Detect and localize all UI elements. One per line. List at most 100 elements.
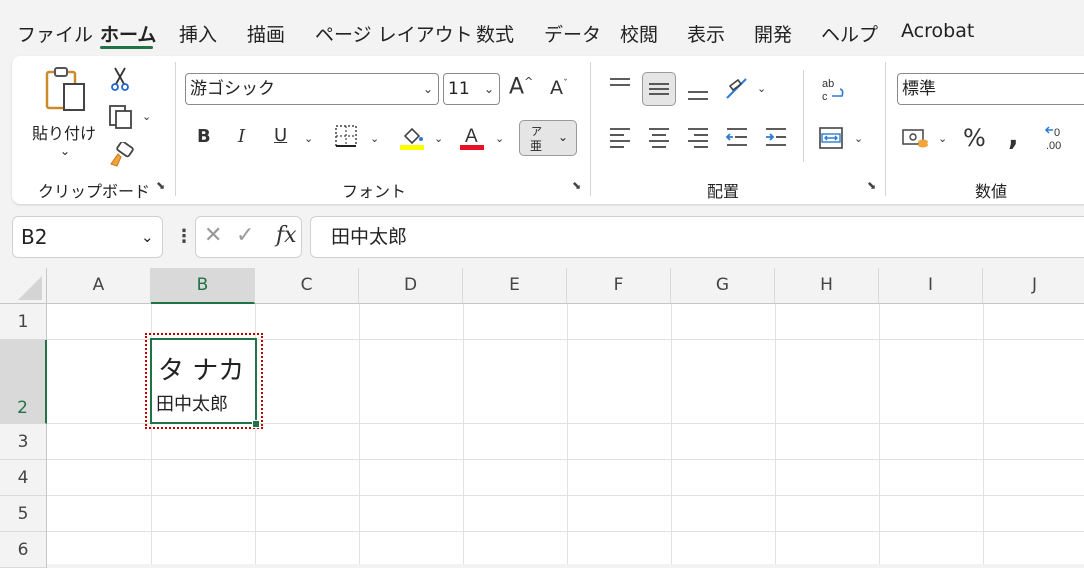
- font-name-combo[interactable]: 游ゴシック ⌄: [185, 73, 439, 105]
- align-middle-button[interactable]: [642, 72, 676, 106]
- column-header-e[interactable]: E: [463, 268, 567, 304]
- group-separator: [590, 62, 591, 196]
- clipboard-group-label: クリップボード: [38, 182, 151, 201]
- gridline: [359, 304, 360, 564]
- accounting-format-icon[interactable]: [901, 126, 931, 150]
- fill-color-swatch: [400, 145, 424, 150]
- row-header-6[interactable]: 6: [0, 532, 47, 568]
- font-color-icon[interactable]: A: [460, 124, 486, 152]
- chevron-down-icon: ⌄: [558, 130, 569, 144]
- cut-icon[interactable]: [110, 66, 130, 92]
- cancel-icon[interactable]: ✕: [204, 223, 222, 248]
- font-size-combo[interactable]: 11 ⌄: [443, 73, 500, 105]
- borders-icon[interactable]: [335, 125, 357, 147]
- tab-draw[interactable]: 描画: [247, 20, 285, 47]
- column-header-g[interactable]: G: [671, 268, 775, 304]
- tab-data[interactable]: データ: [544, 20, 601, 47]
- fill-color-icon[interactable]: [400, 124, 426, 152]
- chevron-down-icon[interactable]: ⌄: [938, 132, 947, 145]
- column-header-j[interactable]: J: [983, 268, 1084, 304]
- column-header-h[interactable]: H: [775, 268, 879, 304]
- format-painter-icon[interactable]: [108, 142, 134, 168]
- chevron-down-icon[interactable]: ⌄: [757, 82, 766, 95]
- percent-style-icon[interactable]: %: [963, 126, 986, 150]
- underline-icon[interactable]: U: [274, 127, 287, 145]
- group-separator: [175, 62, 176, 196]
- formula-controls: ✕ ✓ fx: [195, 216, 302, 258]
- svg-text:A: A: [465, 126, 478, 147]
- paste-icon: [45, 67, 85, 111]
- column-header-d[interactable]: D: [359, 268, 463, 304]
- number-format-combo[interactable]: 標準: [897, 73, 1084, 105]
- paste-button[interactable]: 貼り付け ⌄: [30, 64, 100, 162]
- select-all-triangle-icon: [18, 276, 42, 300]
- chevron-down-icon[interactable]: ⌄: [495, 132, 504, 145]
- bold-icon[interactable]: B: [197, 128, 211, 146]
- row-header-5[interactable]: 5: [0, 496, 47, 532]
- svg-text:ab: ab: [822, 78, 834, 90]
- column-header-b[interactable]: B: [151, 268, 255, 304]
- gridline: [879, 304, 880, 564]
- decrease-indent-icon[interactable]: [725, 126, 749, 148]
- gridline: [47, 495, 1084, 496]
- gridline: [671, 304, 672, 564]
- tab-insert[interactable]: 挿入: [179, 20, 217, 47]
- tab-help[interactable]: ヘルプ: [821, 20, 878, 47]
- dialog-launcher-icon[interactable]: ⬊: [156, 180, 168, 192]
- wrap-text-icon[interactable]: abc: [820, 76, 846, 104]
- cell-b2-phonetic: タ ナカ: [158, 356, 245, 386]
- menu-bar: ファイル ホーム 挿入 描画 ページ レイアウト 数式 データ 校閲 表示 開発…: [0, 0, 1084, 52]
- increase-decimal-icon[interactable]: 0.00: [1044, 124, 1074, 152]
- comma-style-icon[interactable]: ,: [1008, 122, 1019, 150]
- align-right-icon[interactable]: [686, 126, 710, 148]
- cell-b2[interactable]: タ ナカ 田中太郎: [150, 338, 257, 424]
- insert-function-icon[interactable]: fx: [276, 223, 297, 248]
- italic-icon[interactable]: I: [238, 128, 245, 146]
- increase-font-size-icon[interactable]: A^: [509, 76, 533, 98]
- dialog-launcher-icon[interactable]: ⬊: [867, 180, 879, 192]
- formula-input[interactable]: 田中太郎: [310, 216, 1084, 258]
- phonetic-guide-button[interactable]: ア 亜 ⌄: [519, 120, 577, 156]
- enter-icon[interactable]: ✓: [236, 223, 254, 248]
- chevron-down-icon[interactable]: ⌄: [434, 132, 443, 145]
- select-all-corner[interactable]: [0, 268, 47, 304]
- row-header-4[interactable]: 4: [0, 460, 47, 496]
- tab-view[interactable]: 表示: [687, 20, 725, 47]
- chevron-down-icon[interactable]: ⌄: [142, 110, 151, 123]
- chevron-down-icon[interactable]: ⌄: [304, 132, 313, 145]
- column-header-f[interactable]: F: [567, 268, 671, 304]
- tab-developer[interactable]: 開発: [754, 20, 792, 47]
- tab-page-layout[interactable]: ページ レイアウト: [315, 20, 473, 47]
- tab-home[interactable]: ホーム: [100, 20, 156, 47]
- name-box[interactable]: B2 ⌄: [12, 216, 163, 258]
- row-header-1[interactable]: 1: [0, 304, 47, 340]
- decrease-font-size-icon[interactable]: Aˇ: [550, 79, 568, 98]
- font-size-value: 11: [448, 79, 470, 99]
- more-options-icon[interactable]: ⋮: [175, 226, 193, 247]
- align-left-icon[interactable]: [608, 126, 632, 148]
- dialog-launcher-icon[interactable]: ⬊: [572, 180, 584, 192]
- tab-formulas[interactable]: 数式: [476, 20, 514, 47]
- align-bottom-icon[interactable]: [686, 82, 710, 102]
- column-header-c[interactable]: C: [255, 268, 359, 304]
- tab-review[interactable]: 校閲: [620, 20, 658, 47]
- copy-icon[interactable]: [108, 104, 134, 130]
- number-format-value: 標準: [902, 79, 936, 99]
- orientation-icon[interactable]: [724, 76, 752, 102]
- column-header-i[interactable]: I: [879, 268, 983, 304]
- chevron-down-icon[interactable]: ⌄: [370, 132, 379, 145]
- align-middle-icon: [649, 83, 669, 95]
- tab-file[interactable]: ファイル: [17, 20, 93, 47]
- column-header-a[interactable]: A: [47, 268, 151, 304]
- fill-handle[interactable]: [252, 420, 260, 428]
- row-header-2[interactable]: 2: [0, 340, 47, 424]
- tab-acrobat[interactable]: Acrobat: [901, 20, 974, 42]
- number-group-label: 数値: [975, 182, 1008, 201]
- row-header-3[interactable]: 3: [0, 424, 47, 460]
- merge-center-icon[interactable]: [818, 126, 844, 150]
- align-top-icon[interactable]: [608, 76, 632, 96]
- align-center-icon[interactable]: [647, 126, 671, 148]
- chevron-down-icon[interactable]: ⌄: [854, 132, 863, 145]
- svg-text:c: c: [822, 91, 828, 103]
- increase-indent-icon[interactable]: [764, 126, 788, 148]
